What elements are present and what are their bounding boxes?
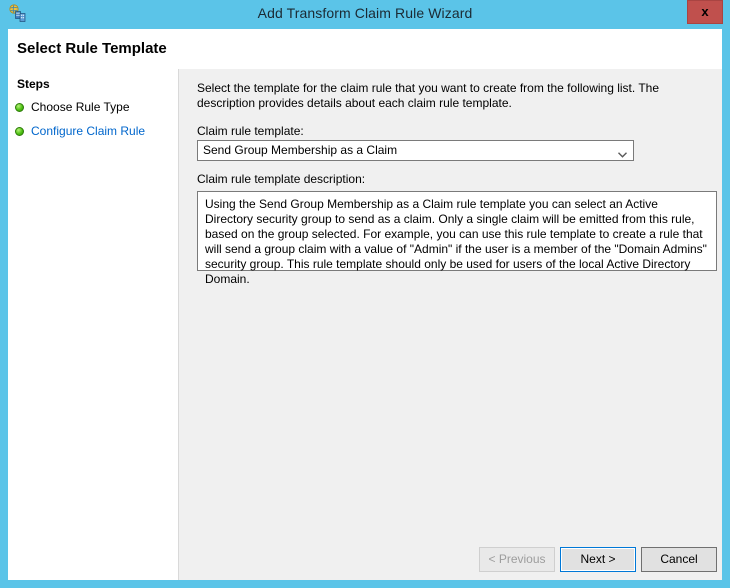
step-bullet-icon xyxy=(15,127,24,136)
sidebar-item-label: Choose Rule Type xyxy=(31,100,130,114)
sidebar-item-choose-rule-type[interactable]: Choose Rule Type xyxy=(15,99,175,117)
claim-rule-description-text: Using the Send Group Membership as a Cla… xyxy=(205,197,707,286)
previous-button[interactable]: < Previous xyxy=(479,547,555,572)
intro-text: Select the template for the claim rule t… xyxy=(197,81,660,110)
header-band: Select Rule Template xyxy=(8,29,722,69)
cancel-button[interactable]: Cancel xyxy=(641,547,717,572)
close-button[interactable]: x xyxy=(687,0,723,24)
steps-heading: Steps xyxy=(17,77,50,91)
steps-sidebar: Steps Choose Rule Type Configure Claim R… xyxy=(8,69,179,580)
sidebar-item-label: Configure Claim Rule xyxy=(31,124,146,138)
chevron-down-icon xyxy=(618,147,627,158)
claim-rule-description-box: Using the Send Group Membership as a Cla… xyxy=(197,191,717,286)
body-area: Steps Choose Rule Type Configure Claim R… xyxy=(8,69,722,580)
window-title: Add Transform Claim Rule Wizard xyxy=(257,5,473,21)
sidebar-item-configure-claim-rule[interactable]: Configure Claim Rule xyxy=(15,123,175,141)
step-bullet-icon xyxy=(15,103,24,112)
next-button[interactable]: Next > xyxy=(560,547,636,572)
claim-rule-template-select[interactable]: Send Group Membership as a Claim xyxy=(197,140,634,161)
wizard-window: Add Transform Claim Rule Wizard x Select… xyxy=(0,0,730,588)
claim-rule-template-value: Send Group Membership as a Claim xyxy=(203,143,398,157)
claim-rule-template-label: Claim rule template: xyxy=(197,124,304,138)
main-panel: Select the template for the claim rule t… xyxy=(179,69,722,580)
title-bar: Add Transform Claim Rule Wizard x xyxy=(0,0,730,29)
page-title: Select Rule Template xyxy=(17,40,167,57)
claim-rule-description-label: Claim rule template description: xyxy=(197,172,366,186)
footer-button-bar: < Previous Next > Cancel xyxy=(179,534,722,580)
